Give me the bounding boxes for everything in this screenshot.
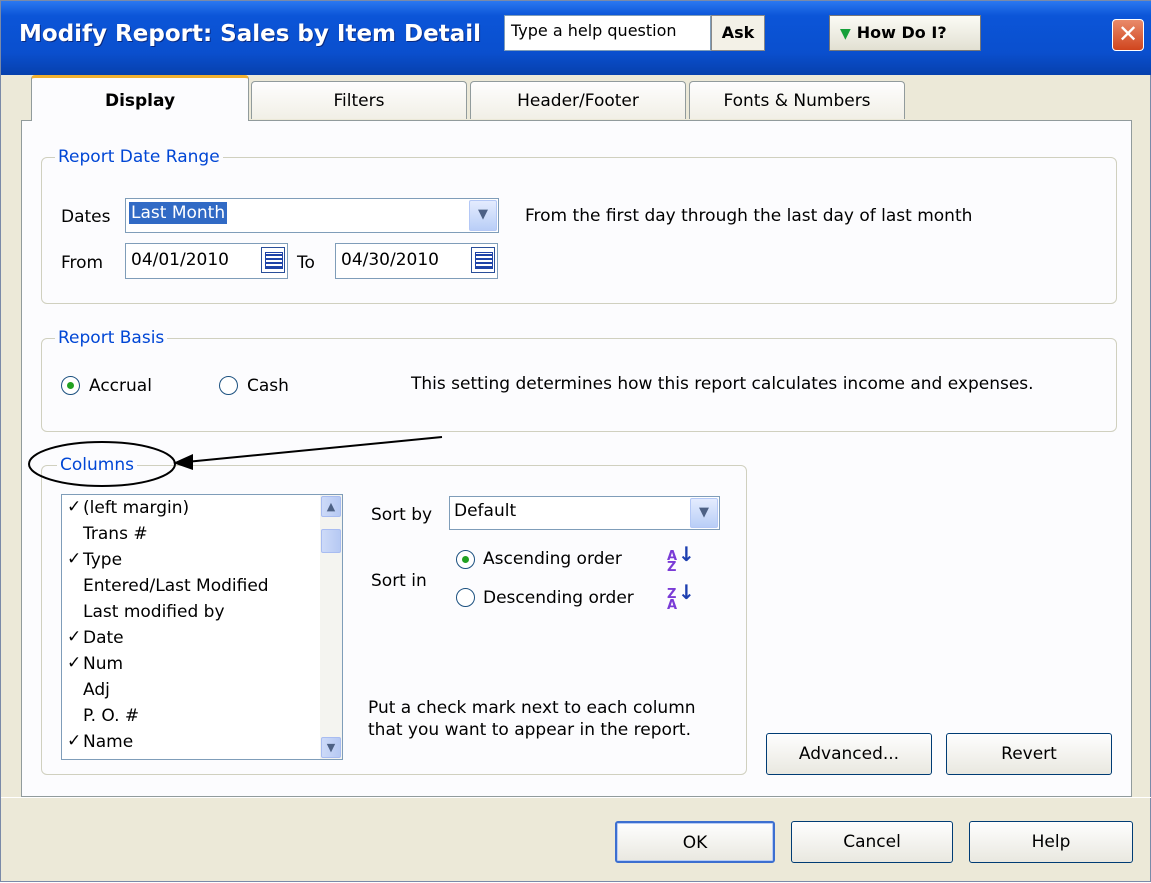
- tab-display-label: Display: [104, 91, 176, 111]
- annotation-ellipse: [28, 441, 176, 487]
- help-button[interactable]: Help: [969, 821, 1133, 863]
- cancel-button[interactable]: Cancel: [791, 821, 953, 863]
- modify-report-window: Modify Report: Sales by Item Detail Type…: [0, 0, 1151, 882]
- ok-button[interactable]: OK: [615, 821, 775, 863]
- tab-display[interactable]: Display: [31, 75, 249, 121]
- annotation-overlay: [28, 436, 443, 487]
- annotation-arrow-line: [185, 436, 443, 463]
- annotation-arrowhead: [173, 454, 193, 470]
- footer-separator: [1, 797, 1151, 798]
